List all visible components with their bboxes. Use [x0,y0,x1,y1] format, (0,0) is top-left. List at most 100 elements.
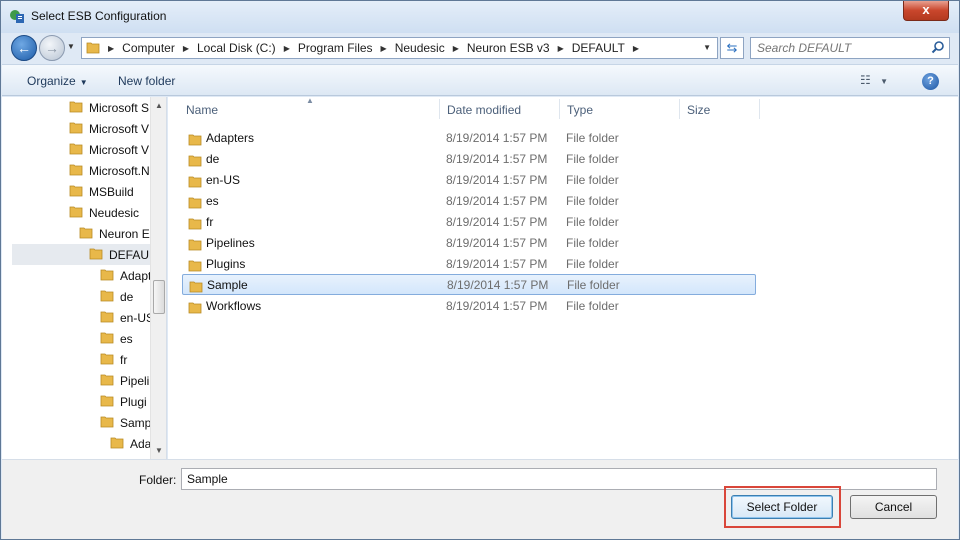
file-type: File folder [566,173,619,187]
folder-icon [100,330,114,347]
file-name: Plugins [206,257,246,271]
navigation-row: ← → ▼ ▶ Computer ▶ Local Disk (C:) ▶ Pro… [1,33,959,61]
tree-item-label: Plugi [120,394,147,409]
recent-pages-dropdown-icon[interactable]: ▼ [67,42,75,51]
folder-icon [188,258,202,275]
close-button[interactable]: x [903,1,949,21]
navigation-pane[interactable]: Microsoft S Microsoft V Microsoft V Micr… [2,97,167,459]
chevron-right-icon[interactable]: ▶ [284,44,290,53]
chevron-right-icon[interactable]: ▶ [381,44,387,53]
file-name: es [206,194,219,208]
cancel-button[interactable]: Cancel [850,495,937,519]
tree-item[interactable]: Microsoft S [69,97,149,118]
refresh-icon: ⇆ [726,40,738,55]
file-date: 8/19/2014 1:57 PM [446,173,548,187]
breadcrumb-item[interactable]: Program Files [298,41,373,55]
dialog-window: Select ESB Configuration x ← → ▼ ▶ Compu… [0,0,960,540]
tree-item[interactable]: MSBuild [69,181,134,202]
file-date: 8/19/2014 1:57 PM [446,236,548,250]
file-type: File folder [567,278,620,292]
file-row[interactable]: fr 8/19/2014 1:57 PM File folder [182,212,756,233]
column-divider[interactable] [559,99,560,119]
search-icon[interactable] [931,40,945,57]
column-divider[interactable] [679,99,680,119]
folder-icon [188,237,202,254]
file-type: File folder [566,299,619,313]
file-row[interactable]: de 8/19/2014 1:57 PM File folder [182,149,756,170]
refresh-button[interactable]: ⇆ [720,37,744,59]
file-row[interactable]: en-US 8/19/2014 1:57 PM File folder [182,170,756,191]
navigation-scrollbar[interactable]: ▲ ▼ [150,97,166,459]
select-folder-button[interactable]: Select Folder [731,495,833,519]
file-name: Sample [207,278,248,292]
file-row[interactable]: Pipelines 8/19/2014 1:57 PM File folder [182,233,756,254]
chevron-right-icon[interactable]: ▶ [108,44,114,53]
tree-item[interactable]: Adapt [100,265,151,286]
tree-item-label: Pipeli [120,373,150,388]
folder-icon [86,40,100,57]
search-input[interactable] [757,41,927,55]
search-box[interactable] [750,37,950,59]
folder-icon [188,132,202,149]
folder-icon [110,435,124,452]
tree-item[interactable]: Samp [100,412,151,433]
tree-item[interactable]: Microsoft V [69,139,149,160]
file-type: File folder [566,236,619,250]
file-date: 8/19/2014 1:57 PM [446,152,548,166]
tree-item[interactable]: Microsoft.N [69,160,150,181]
breadcrumb-item[interactable]: Local Disk (C:) [197,41,276,55]
folder-icon [69,183,83,200]
file-row[interactable]: Workflows 8/19/2014 1:57 PM File folder [182,296,756,317]
tree-item[interactable]: Neudesic [69,202,139,223]
chevron-right-icon[interactable]: ▶ [453,44,459,53]
tree-item[interactable]: Neuron E [79,223,150,244]
breadcrumb-item[interactable]: Neuron ESB v3 [467,41,550,55]
views-button[interactable]: ☷ ▼ [860,73,888,87]
file-type: File folder [566,215,619,229]
chevron-right-icon[interactable]: ▶ [558,44,564,53]
scrollbar-thumb[interactable] [153,280,165,314]
file-row-selected[interactable]: Sample 8/19/2014 1:57 PM File folder [182,274,756,295]
tree-item[interactable]: en-US [100,307,154,328]
column-divider[interactable] [759,99,760,119]
tree-item-label: Ada [130,436,152,451]
chevron-right-icon[interactable]: ▶ [183,44,189,53]
scroll-down-icon[interactable]: ▼ [155,446,163,455]
folder-field-label: Folder: [139,473,177,487]
help-icon[interactable]: ? [922,73,939,90]
column-header-date[interactable]: Date modified [447,103,521,117]
tree-item[interactable]: Pipeli [100,370,149,391]
column-divider[interactable] [439,99,440,119]
file-row[interactable]: Plugins 8/19/2014 1:57 PM File folder [182,254,756,275]
new-folder-button[interactable]: New folder [118,74,175,88]
tree-item[interactable]: Ada [110,433,151,454]
tree-item[interactable]: de [100,286,133,307]
forward-button[interactable]: → [39,35,65,61]
file-row[interactable]: Adapters 8/19/2014 1:57 PM File folder [182,128,756,149]
address-bar[interactable]: ▶ Computer ▶ Local Disk (C:) ▶ Program F… [81,37,718,59]
folder-icon [69,162,83,179]
column-header-size[interactable]: Size [687,103,710,117]
file-list[interactable]: ▲ Name Date modified Type Size Adapters … [168,96,958,459]
tree-item-selected[interactable]: DEFAULI [12,244,159,265]
tree-item[interactable]: Microsoft V [69,118,149,139]
chevron-down-icon[interactable]: ▼ [703,43,711,52]
back-button[interactable]: ← [11,35,37,61]
chevron-right-icon[interactable]: ▶ [633,44,639,53]
folder-icon [188,216,202,233]
breadcrumb-item[interactable]: Neudesic [395,41,445,55]
tree-item[interactable]: Plugi [100,391,147,412]
file-row[interactable]: es 8/19/2014 1:57 PM File folder [182,191,756,212]
breadcrumb-item[interactable]: DEFAULT [572,41,625,55]
tree-item[interactable]: fr [100,349,127,370]
file-date: 8/19/2014 1:57 PM [447,278,549,292]
column-header-type[interactable]: Type [567,103,593,117]
scroll-up-icon[interactable]: ▲ [155,101,163,110]
organize-menu[interactable]: Organize ▼ [27,74,88,88]
breadcrumb-item[interactable]: Computer [122,41,175,55]
views-icon: ☷ [860,73,871,87]
column-header-name[interactable]: Name [186,103,218,117]
chevron-down-icon: ▼ [79,78,88,87]
folder-icon [100,288,114,305]
tree-item[interactable]: es [100,328,133,349]
